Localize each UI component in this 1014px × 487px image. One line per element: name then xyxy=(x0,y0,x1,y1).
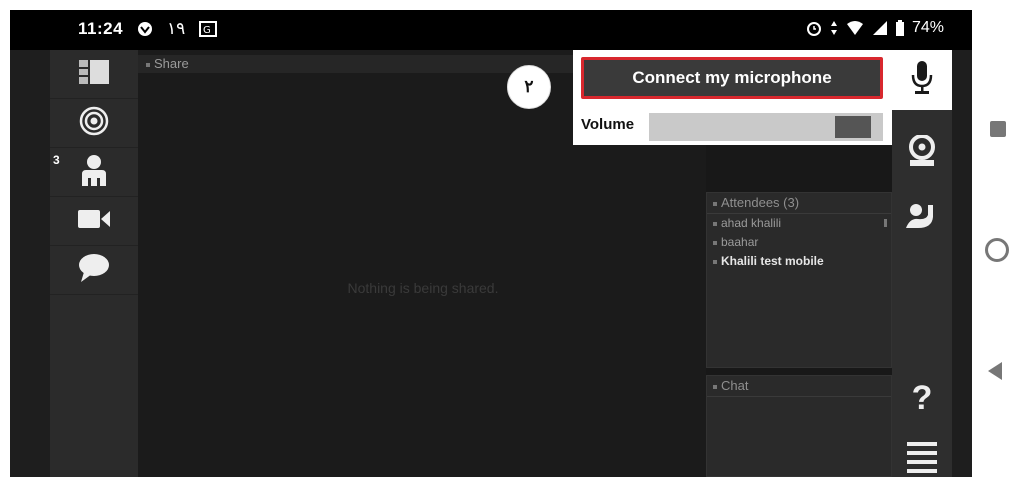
sidebar-item-layout[interactable] xyxy=(50,50,138,99)
volume-slider-thumb[interactable] xyxy=(835,116,871,138)
back-icon[interactable] xyxy=(988,362,1002,380)
step-marker: ٢ xyxy=(507,65,551,109)
device-screen: 11:24 ١٩ G 74% 3 Share Nothing is being … xyxy=(10,10,972,477)
sidebar-item-participants[interactable]: 3 xyxy=(50,148,138,197)
attendees-title: Attendees (3) xyxy=(721,195,800,210)
left-sidebar: 3 xyxy=(50,50,138,477)
participants-badge: 3 xyxy=(53,153,60,167)
share-title: Share xyxy=(154,56,189,71)
participant-icon xyxy=(80,154,108,191)
help-icon: ? xyxy=(911,378,933,417)
home-icon[interactable] xyxy=(985,238,1009,262)
bullet-icon xyxy=(713,221,717,226)
attendee-name: baahar xyxy=(721,235,759,249)
webcam-button[interactable] xyxy=(892,124,952,182)
microphone-button[interactable] xyxy=(892,50,952,110)
battery-icon xyxy=(895,20,904,36)
layout-icon xyxy=(79,59,109,89)
vpn-icon xyxy=(137,21,153,37)
data-arrows-icon xyxy=(830,20,838,36)
sidebar-item-video[interactable] xyxy=(50,197,138,246)
chat-header: Chat xyxy=(707,376,891,397)
video-camera-icon xyxy=(78,208,110,235)
volume-label: Volume xyxy=(581,116,635,133)
attendee-name: ahad khalili xyxy=(721,216,782,230)
volume-slider[interactable] xyxy=(649,113,883,141)
webcam-icon xyxy=(908,133,936,172)
panel-grip-icon xyxy=(713,384,717,389)
connect-microphone-button[interactable]: Connect my microphone xyxy=(581,57,883,99)
recent-apps-icon[interactable] xyxy=(990,121,1006,137)
panel-grip-icon xyxy=(146,62,150,67)
chat-panel: Chat xyxy=(706,375,892,477)
attendees-header: Attendees (3) xyxy=(707,193,891,214)
attendees-panel: Attendees (3) ahad khalili baahar Khalil… xyxy=(706,192,892,368)
clock: 11:24 xyxy=(78,19,124,38)
sidebar-item-chat[interactable] xyxy=(50,246,138,295)
battery-percent: 74% xyxy=(911,19,944,36)
help-button[interactable]: ? xyxy=(892,370,952,426)
status-bar: 11:24 ١٩ G 74% xyxy=(10,10,972,50)
broadcast-icon xyxy=(79,106,109,141)
chat-title: Chat xyxy=(721,378,749,393)
share-empty-message: Nothing is being shared. xyxy=(347,280,499,296)
right-toolbar: ? xyxy=(892,50,952,477)
list-item[interactable]: ahad khalili xyxy=(707,214,891,233)
bullet-icon xyxy=(713,240,717,245)
svg-text:G: G xyxy=(203,25,211,36)
panel-grip-icon xyxy=(713,201,717,206)
menu-icon xyxy=(907,441,937,478)
sidebar-item-broadcast[interactable] xyxy=(50,99,138,148)
raise-hand-icon xyxy=(906,202,938,237)
signal-icon xyxy=(872,20,888,36)
alarm-icon xyxy=(806,20,822,36)
microphone-icon xyxy=(911,60,933,100)
chat-bubble-icon xyxy=(78,253,110,288)
bullet-icon xyxy=(713,259,717,264)
raise-hand-button[interactable] xyxy=(892,190,952,248)
list-item[interactable]: Khalili test mobile xyxy=(707,252,891,271)
scrollbar[interactable] xyxy=(884,219,887,227)
menu-button[interactable] xyxy=(892,440,952,477)
wifi-icon xyxy=(846,20,864,36)
notification-count: ١٩ xyxy=(167,19,186,38)
microphone-popup: Connect my microphone Volume xyxy=(573,50,893,145)
list-item[interactable]: baahar xyxy=(707,233,891,252)
translate-icon: G xyxy=(199,21,218,37)
attendee-name: Khalili test mobile xyxy=(721,254,824,268)
